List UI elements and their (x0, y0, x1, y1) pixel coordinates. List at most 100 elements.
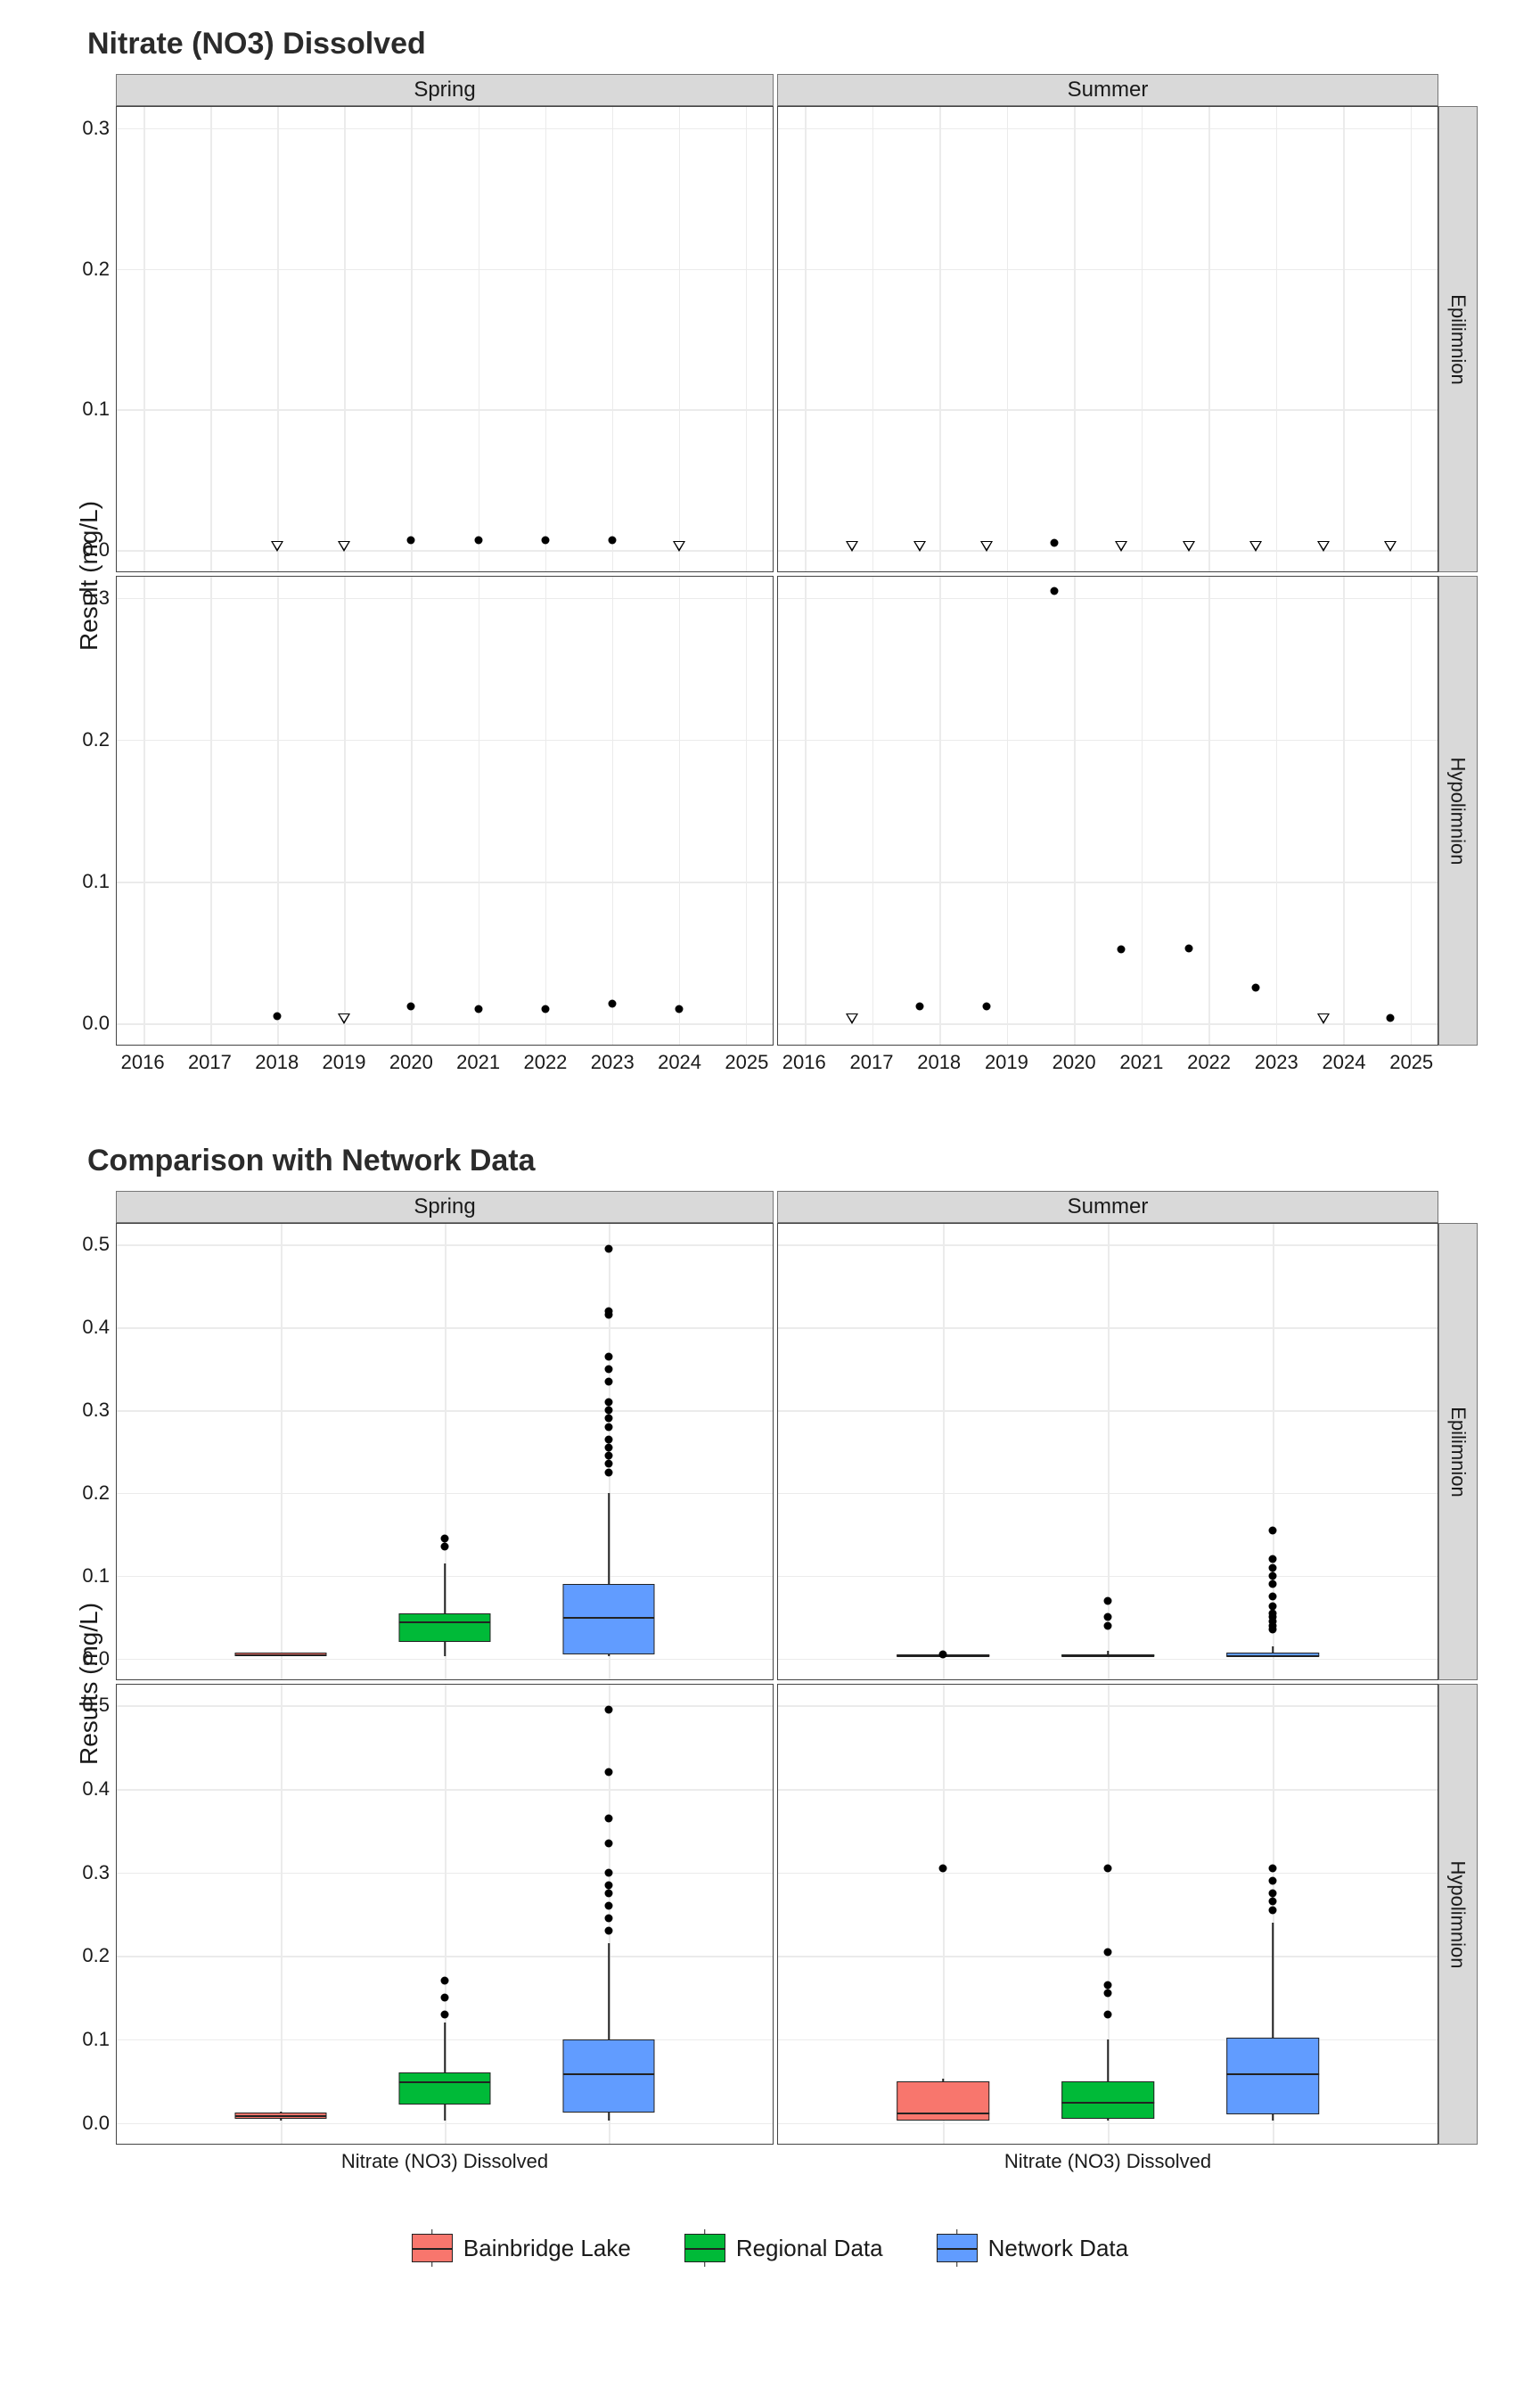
data-point (1387, 1013, 1395, 1022)
boxplot-box (562, 1584, 654, 1654)
outlier-point (441, 2010, 449, 2018)
chart2-facet-grid: Results (mg/L) Spring Summer Epilimnion … (62, 1191, 1478, 2189)
outlier-point (1104, 1596, 1112, 1604)
outlier-point (441, 1543, 449, 1551)
page: Nitrate (NO3) Dissolved Result (mg/L) Sp… (0, 0, 1540, 2396)
outlier-point (605, 1768, 613, 1776)
chart2-col-strip-spring: Spring (116, 1191, 774, 1223)
data-point (271, 541, 283, 552)
chart2-row-strip-epi: Epilimnion (1438, 1223, 1478, 1680)
chart1-title: Nitrate (NO3) Dissolved (87, 27, 1478, 62)
legend-item-bainbridge: Bainbridge Lake (412, 2234, 631, 2262)
data-point (1184, 944, 1192, 952)
legend-item-regional: Regional Data (684, 2234, 883, 2262)
data-point (274, 1013, 282, 1021)
outlier-point (605, 1407, 613, 1415)
boxplot-box (897, 2081, 989, 2121)
legend-key-regional (684, 2234, 725, 2262)
chart1-col-strip-summer: Summer (777, 74, 1438, 106)
data-point (675, 1005, 683, 1013)
data-point (913, 541, 926, 552)
legend-label: Network Data (988, 2235, 1129, 2262)
data-point (541, 537, 549, 545)
data-point (1249, 541, 1262, 552)
outlier-point (1269, 1526, 1277, 1534)
data-point (1183, 541, 1195, 552)
outlier-point (605, 1460, 613, 1468)
chart2-panel-spring-hypo: 0.00.10.20.30.40.5 (116, 1684, 774, 2145)
legend-label: Bainbridge Lake (463, 2235, 631, 2262)
outlier-point (605, 1706, 613, 1714)
outlier-point (1104, 1865, 1112, 1873)
chart2-x-axis-left: Nitrate (NO3) Dissolved (116, 2145, 774, 2189)
legend-item-network: Network Data (937, 2234, 1129, 2262)
chart1-panel-summer-hypo (777, 576, 1438, 1046)
outlier-point (441, 1977, 449, 1985)
boxplot-box (234, 1653, 326, 1656)
boxplot-box (398, 1613, 490, 1643)
outlier-point (605, 1452, 613, 1460)
chart1-x-axis-right: 2016201720182019202020212022202320242025 (777, 1046, 1438, 1090)
outlier-point (1104, 1948, 1112, 1956)
outlier-point (1269, 1555, 1277, 1563)
boxplot-box (562, 2039, 654, 2113)
legend-key-bainbridge (412, 2234, 453, 2262)
outlier-point (1269, 1906, 1277, 1914)
data-point (1050, 539, 1058, 547)
legend-key-network (937, 2234, 978, 2262)
outlier-point (605, 1468, 613, 1476)
outlier-point (605, 1927, 613, 1935)
outlier-point (605, 1839, 613, 1847)
chart2-panel-summer-epi (777, 1223, 1438, 1680)
boxplot-box (1061, 1654, 1154, 1656)
chart1-row-strip-hypo: Hypolimnion (1438, 576, 1478, 1046)
outlier-point (605, 1902, 613, 1910)
chart1-facet-grid: Result (mg/L) Spring Summer Epilimnion H… (62, 74, 1478, 1090)
legend: Bainbridge Lake Regional Data Network Da… (62, 2234, 1478, 2262)
data-point (846, 1013, 858, 1024)
outlier-point (1269, 1898, 1277, 1906)
data-point (846, 541, 858, 552)
chart2-panel-summer-hypo (777, 1684, 1438, 2145)
data-point (980, 541, 993, 552)
outlier-point (605, 1915, 613, 1923)
chart1-col-strip-spring: Spring (116, 74, 774, 106)
data-point (1115, 541, 1127, 552)
outlier-point (1269, 1580, 1277, 1588)
boxplot-box (1226, 2038, 1319, 2114)
data-point (608, 537, 616, 545)
outlier-point (1269, 1593, 1277, 1601)
outlier-point (1104, 1613, 1112, 1621)
outlier-point (605, 1868, 613, 1876)
data-point (608, 999, 616, 1007)
outlier-point (605, 1881, 613, 1889)
data-point (338, 541, 350, 552)
chart2-title: Comparison with Network Data (87, 1144, 1478, 1178)
data-point (541, 1005, 549, 1013)
legend-label: Regional Data (736, 2235, 883, 2262)
data-point (1118, 946, 1126, 954)
outlier-point (1104, 1990, 1112, 1998)
outlier-point (441, 1994, 449, 2002)
boxplot-box (234, 2113, 326, 2119)
data-point (915, 1003, 923, 1011)
outlier-point (605, 1435, 613, 1443)
outlier-point (1104, 2010, 1112, 2018)
outlier-point (605, 1423, 613, 1431)
chart1-panel-spring-epi: 0.00.10.20.3 (116, 106, 774, 572)
outlier-point (605, 1307, 613, 1315)
data-point (1317, 541, 1330, 552)
data-point (474, 1005, 482, 1013)
outlier-point (1269, 1571, 1277, 1580)
data-point (338, 1013, 350, 1024)
outlier-point (1269, 1865, 1277, 1873)
data-point (1317, 1013, 1330, 1024)
data-point (673, 541, 685, 552)
boxplot-box (1061, 2081, 1154, 2119)
outlier-point (605, 1365, 613, 1373)
boxplot-box (398, 2072, 490, 2105)
data-point (474, 537, 482, 545)
outlier-point (605, 1377, 613, 1385)
outlier-point (605, 1415, 613, 1423)
outlier-point (441, 1535, 449, 1543)
